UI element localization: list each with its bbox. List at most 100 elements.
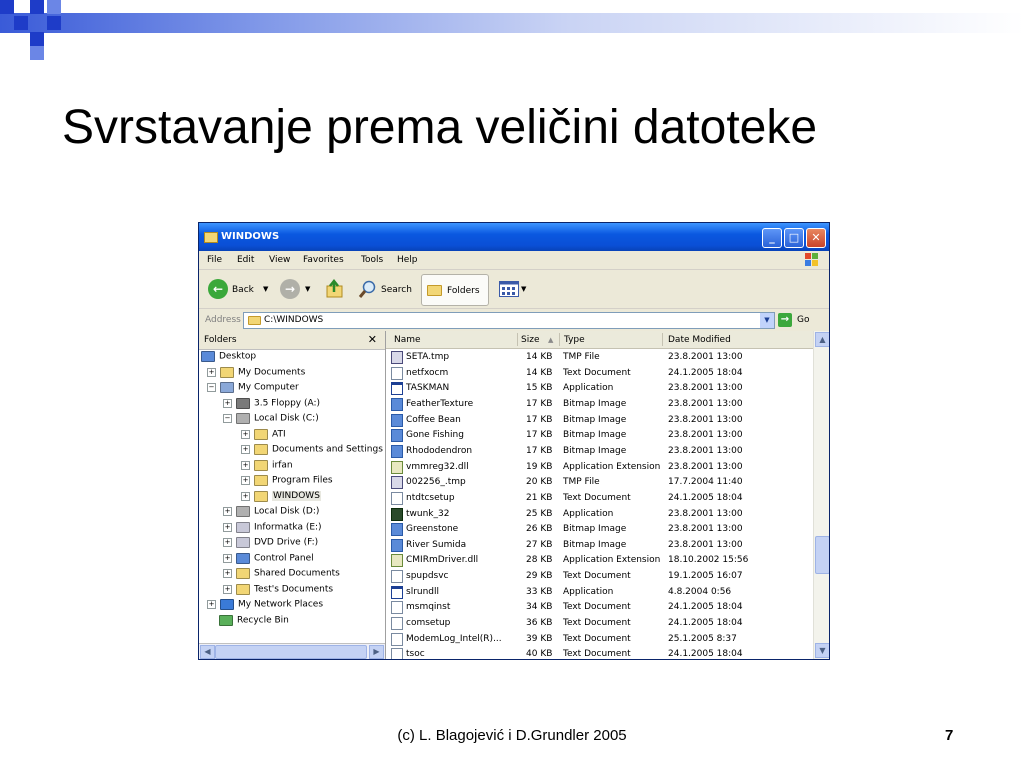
column-header-type[interactable]: Type [564,335,585,345]
vertical-scrollbar[interactable]: ▲ ▼ [813,331,829,659]
table-row[interactable]: slrundll 33 KB Application 4.8.2004 0:56 [386,584,814,599]
go-button-label[interactable]: Go [797,315,809,325]
table-row[interactable]: tsoc 40 KB Text Document 24.1.2005 18:04 [386,646,814,659]
table-row[interactable]: TASKMAN 15 KB Application 23.8.2001 13:00 [386,380,814,396]
horizontal-scrollbar[interactable]: ◀ ▶ [199,643,385,659]
file-type: Bitmap Image [563,398,627,409]
folder-open-icon [254,490,268,502]
tree-item[interactable]: − Local Disk (C:) [223,413,319,428]
table-row[interactable]: ntdtcsetup 21 KB Text Document 24.1.2005 18… [386,490,814,505]
address-label: Address [205,315,241,325]
table-row[interactable]: ModemLog_Intel(R)... 39 KB Text Document 25… [386,631,814,646]
title-bar[interactable]: WINDOWS _ □ ✕ [199,223,829,251]
menu-help[interactable]: Help [397,255,418,265]
menu-edit[interactable]: Edit [237,255,254,265]
column-header-date-modified[interactable]: Date Modified [668,335,731,345]
collapse-icon[interactable]: − [223,414,232,423]
up-folder-icon[interactable] [325,279,345,299]
scroll-left-icon[interactable]: ◀ [200,645,215,659]
tree-item[interactable]: + My Documents [207,366,305,382]
tree-item[interactable]: Recycle Bin [219,614,289,630]
table-row[interactable]: FeatherTexture 17 KB Bitmap Image 23.8.2001… [386,396,814,411]
scroll-thumb[interactable] [215,645,367,659]
expand-icon[interactable]: + [223,522,232,532]
tree-item[interactable]: + My Network Places [207,599,323,614]
column-header-name[interactable]: Name [394,335,421,345]
expand-icon[interactable]: + [241,445,250,454]
table-row[interactable]: twunk_32 25 KB Application 23.8.2001 13:00 [386,506,814,521]
expand-icon[interactable]: + [241,429,250,439]
expand-icon[interactable]: + [223,584,232,594]
expand-icon[interactable]: + [223,398,232,408]
expand-icon[interactable]: + [223,569,232,578]
table-row[interactable]: msmqinst 34 KB Text Document 24.1.2005 18:0… [386,599,814,615]
tree-item[interactable]: + Shared Documents [223,568,340,583]
expand-icon[interactable]: + [207,600,216,609]
forward-arrow-icon[interactable]: → [280,279,300,299]
table-row[interactable]: comsetup 36 KB Text Document 24.1.2005 18:0… [386,615,814,631]
tree-item[interactable]: +3.5 Floppy (A:) [223,397,320,413]
scroll-up-icon[interactable]: ▲ [815,332,829,347]
forward-dropdown-icon[interactable]: ▼ [305,285,310,293]
tree-item[interactable]: + irfan [241,459,293,475]
menu-tools[interactable]: Tools [361,255,383,265]
views-icon[interactable] [499,281,519,297]
tree-item[interactable]: + WINDOWS [241,490,321,506]
views-dropdown-icon[interactable]: ▼ [521,285,526,293]
expand-icon[interactable]: + [207,367,216,377]
menu-view[interactable]: View [269,255,290,265]
expand-icon[interactable]: + [223,507,232,516]
tree-item[interactable]: + ATI [241,428,286,444]
tree-item[interactable]: + Informatka (E:) [223,521,322,537]
table-row[interactable]: vmmreg32.dll 19 KB Application Extension 23… [386,459,814,474]
scroll-thumb[interactable] [815,536,829,574]
scroll-right-icon[interactable]: ▶ [369,645,384,659]
table-row[interactable]: 002256_.tmp 20 KB TMP File 17.7.2004 11:40 [386,474,814,490]
back-button-label[interactable]: Back [232,285,254,295]
maximize-button[interactable]: □ [784,228,804,248]
table-row[interactable]: Coffee Bean 17 KB Bitmap Image 23.8.2001 13… [386,412,814,427]
go-arrow-icon[interactable]: → [778,313,792,327]
column-separator[interactable] [517,333,518,346]
tree-item[interactable]: + Control Panel [223,552,314,568]
back-arrow-icon[interactable]: ← [208,279,228,299]
scroll-down-icon[interactable]: ▼ [815,643,829,658]
column-separator[interactable] [662,333,663,346]
table-row[interactable]: SETA.tmp 14 KB TMP File 23.8.2001 13:00 [386,349,814,364]
expand-icon[interactable]: + [223,538,232,547]
table-row[interactable]: CMIRmDriver.dll 28 KB Application Extensio… [386,552,814,568]
close-icon[interactable]: ✕ [368,333,377,346]
table-row[interactable]: River Sumida 27 KB Bitmap Image 23.8.2001 1… [386,537,814,552]
tree-item[interactable]: + Local Disk (D:) [223,506,319,521]
close-button[interactable]: ✕ [806,228,826,248]
menu-favorites[interactable]: Favorites [303,255,344,265]
expand-icon[interactable]: + [241,460,250,470]
search-button-label[interactable]: Search [381,285,412,295]
expand-icon[interactable]: + [241,476,250,485]
search-icon[interactable] [358,279,378,299]
table-row[interactable]: spupdsvc 29 KB Text Document 19.1.2005 16:0… [386,568,814,584]
table-row[interactable]: Gone Fishing 17 KB Bitmap Image 23.8.2001 1… [386,427,814,443]
folders-button[interactable]: Folders [421,274,489,306]
bmp-file-icon [391,444,403,458]
back-dropdown-icon[interactable]: ▼ [263,285,268,293]
tree-item[interactable]: − My Computer [207,382,299,397]
address-dropdown-icon[interactable]: ▼ [760,313,774,328]
collapse-icon[interactable]: − [207,383,216,392]
tree-item[interactable]: + Documents and Settings [241,444,383,459]
tree-item[interactable]: + Program Files [241,475,333,490]
menu-file[interactable]: File [207,255,222,265]
address-input[interactable]: C:\WINDOWS ▼ [243,312,775,329]
column-header-size[interactable]: Size [521,335,539,345]
tree-item[interactable]: + DVD Drive (F:) [223,537,318,552]
expand-icon[interactable]: + [223,553,232,563]
expand-icon[interactable]: + [241,491,250,501]
column-separator[interactable] [559,333,560,346]
deco-square [47,16,61,30]
tree-item[interactable]: Desktop [201,351,256,366]
tree-item[interactable]: + Test's Documents [223,583,333,599]
table-row[interactable]: Greenstone 26 KB Bitmap Image 23.8.2001 13:… [386,521,814,537]
table-row[interactable]: netfxocm 14 KB Text Document 24.1.2005 18:0… [386,365,814,380]
table-row[interactable]: Rhododendron 17 KB Bitmap Image 23.8.2001 1… [386,443,814,458]
minimize-button[interactable]: _ [762,228,782,248]
